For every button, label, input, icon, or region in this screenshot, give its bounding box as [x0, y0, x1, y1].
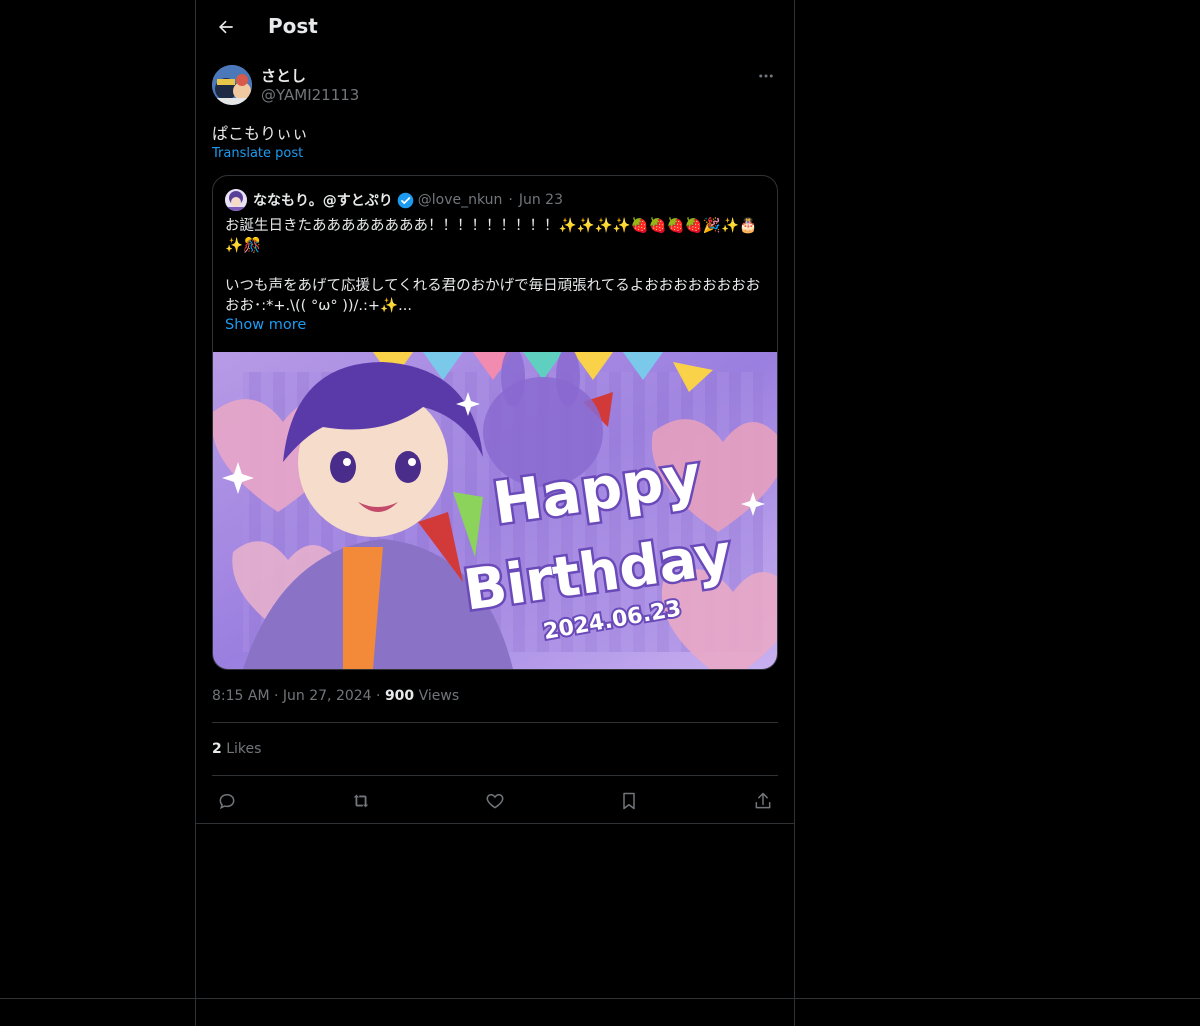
post-author: さとし @YAMI21113 [212, 64, 778, 108]
more-horizontal-icon [759, 74, 773, 78]
show-more-link[interactable]: Show more [225, 317, 306, 333]
quoted-post-text: お誕生日きたああああああああ！！！！！！！！！✨✨✨✨🍓🍓🍓🍓🎉✨🎂✨🎊 いつも… [225, 218, 761, 314]
reply-button[interactable] [212, 786, 242, 816]
quoted-post-header: ななもり。@すとぷり @love_nkun · Jun 23 [225, 189, 563, 211]
header: Post [196, 0, 794, 54]
back-button[interactable] [208, 9, 244, 45]
post-date[interactable]: Jun 27, 2024 [283, 688, 372, 704]
post-meta: 8:15 AM · Jun 27, 2024 · 900 Views [212, 688, 459, 704]
share-icon [755, 792, 771, 809]
bookmark-button[interactable] [614, 786, 644, 816]
verified-badge-icon [397, 192, 414, 209]
reply-icon [219, 793, 235, 810]
meta-separator: · [376, 688, 385, 704]
action-bar [212, 786, 778, 816]
separator-dot: · [508, 192, 513, 208]
meta-separator: · [274, 688, 283, 704]
share-button[interactable] [748, 786, 778, 816]
more-button[interactable] [754, 64, 778, 88]
author-handle[interactable]: @YAMI21113 [261, 86, 359, 104]
likes-count: 2 [212, 741, 222, 757]
views-count: 900 [384, 688, 415, 704]
like-button[interactable] [480, 786, 510, 816]
quoted-avatar [225, 189, 247, 211]
views-label: Views [418, 688, 460, 704]
heart-icon [486, 793, 504, 809]
avatar[interactable] [212, 65, 252, 105]
repost-button[interactable] [346, 786, 376, 816]
post-column: Post さとし @YAMI21113 ぱこもりぃぃ Translate pos… [195, 0, 795, 1026]
post-bottom-border [196, 823, 794, 824]
likes-link[interactable]: 2 Likes [212, 741, 261, 757]
divider [212, 775, 778, 776]
quoted-post-date: Jun 23 [518, 192, 563, 208]
quoted-author-name: ななもり。@すとぷり [253, 193, 393, 209]
page-title: Post [268, 14, 318, 38]
repost-icon [353, 794, 369, 808]
quoted-author-handle: @love_nkun [417, 192, 503, 208]
arrow-left-icon [219, 20, 233, 34]
translate-post-link[interactable]: Translate post [212, 146, 303, 161]
divider [212, 722, 778, 723]
post-time[interactable]: 8:15 AM [212, 688, 270, 704]
post-text: ぱこもりぃぃ [212, 124, 309, 143]
bookmark-icon [623, 792, 635, 810]
author-name[interactable]: さとし [261, 65, 306, 86]
quoted-post[interactable]: ななもり。@すとぷり @love_nkun · Jun 23 お誕生日きたあああ… [212, 175, 778, 670]
likes-label: Likes [226, 741, 262, 757]
birthday-illustration[interactable]: Happy Birthday 2024.06.23 [213, 347, 777, 669]
